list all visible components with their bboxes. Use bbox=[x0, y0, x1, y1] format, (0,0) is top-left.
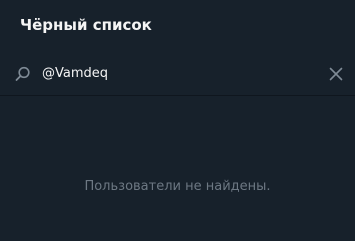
search-icon bbox=[14, 65, 32, 83]
empty-results-message: Пользователи не найдены. bbox=[84, 179, 271, 194]
divider bbox=[0, 95, 355, 96]
blacklist-panel: Чёрный список Пользователи не найдены. bbox=[0, 0, 355, 241]
panel-header: Чёрный список bbox=[0, 0, 355, 52]
search-bar bbox=[0, 52, 355, 95]
close-icon bbox=[329, 67, 343, 81]
search-input[interactable] bbox=[42, 63, 312, 83]
page-title: Чёрный список bbox=[20, 16, 152, 34]
clear-search-button[interactable] bbox=[325, 63, 347, 85]
